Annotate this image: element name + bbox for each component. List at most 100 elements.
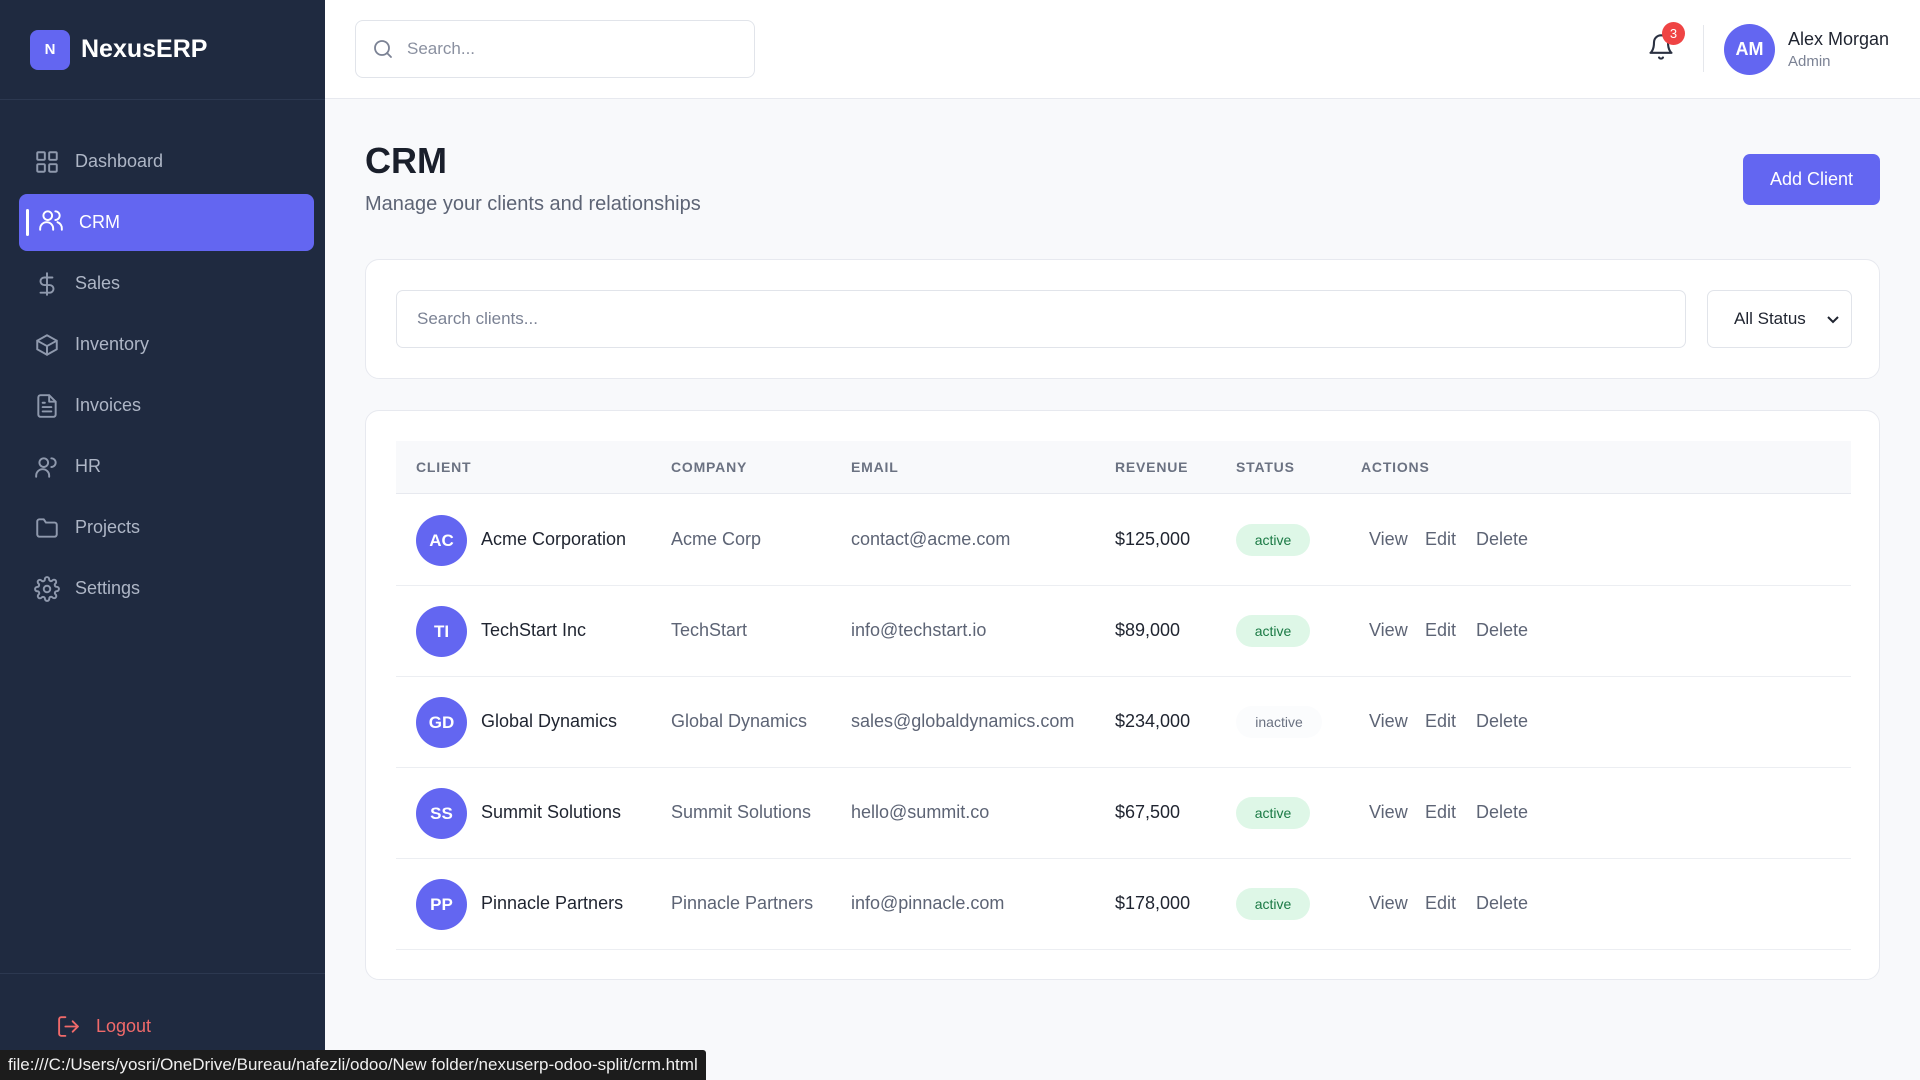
client-name: Global Dynamics: [481, 711, 618, 731]
topbar: 3 AM Alex Morgan Admin: [325, 0, 1920, 99]
global-search[interactable]: [355, 20, 755, 78]
sidebar-item-sales[interactable]: Sales: [19, 255, 314, 312]
client-avatar: PP: [416, 879, 467, 930]
sidebar-item-settings[interactable]: Settings: [19, 560, 314, 617]
view-button[interactable]: View: [1369, 711, 1408, 732]
table-row: GD Global Dynamics Global Dynamics sales…: [396, 677, 1851, 768]
sidebar-item-dashboard[interactable]: Dashboard: [19, 133, 314, 190]
delete-button[interactable]: Delete: [1476, 802, 1528, 823]
view-button[interactable]: View: [1369, 893, 1408, 914]
table-row: PP Pinnacle Partners Pinnacle Partners i…: [396, 859, 1851, 950]
main-content: CRM Manage your clients and relationship…: [325, 100, 1920, 1080]
sidebar-item-hr[interactable]: HR: [19, 438, 314, 495]
edit-button[interactable]: Edit: [1425, 711, 1456, 732]
client-name: Summit Solutions: [481, 802, 622, 822]
client-company: Global Dynamics: [671, 711, 808, 731]
edit-button[interactable]: Edit: [1425, 893, 1456, 914]
column-header-status: STATUS: [1236, 459, 1295, 475]
column-header-actions: ACTIONS: [1361, 459, 1430, 475]
client-company: Pinnacle Partners: [671, 893, 814, 913]
delete-button[interactable]: Delete: [1476, 529, 1528, 550]
sidebar-item-label: Settings: [75, 578, 141, 598]
brand-name: NexusERP: [81, 35, 208, 63]
dollar-icon: [39, 271, 55, 296]
client-avatar: SS: [416, 788, 467, 839]
status-badge: active: [1236, 888, 1310, 920]
user-avatar[interactable]: AM: [1724, 24, 1775, 75]
table-row: SS Summit Solutions Summit Solutions hel…: [396, 768, 1851, 859]
file-icon: [37, 393, 57, 418]
client-avatar: TI: [416, 606, 467, 657]
add-client-button[interactable]: Add Client: [1743, 154, 1880, 205]
client-email: info@pinnacle.com: [851, 893, 1005, 913]
sidebar-item-crm[interactable]: CRM: [19, 194, 314, 251]
column-header-revenue: REVENUE: [1115, 459, 1189, 475]
sidebar-item-label: Invoices: [75, 395, 142, 415]
view-button[interactable]: View: [1369, 529, 1408, 550]
gear-icon: [34, 575, 60, 602]
notifications-button[interactable]: 3: [1647, 22, 1685, 65]
client-revenue: $234,000: [1115, 711, 1191, 731]
box-icon: [36, 333, 58, 356]
table-header: CLIENT COMPANY EMAIL REVENUE STATUS ACTI…: [396, 441, 1851, 494]
client-revenue: $178,000: [1115, 893, 1191, 913]
sidebar-item-label: Dashboard: [75, 151, 164, 171]
sidebar-item-label: Inventory: [75, 334, 150, 354]
view-button[interactable]: View: [1369, 802, 1408, 823]
sidebar-item-label: Projects: [75, 517, 141, 537]
page-title: CRM: [365, 140, 447, 181]
client-email: hello@summit.co: [851, 802, 990, 822]
view-button[interactable]: View: [1369, 620, 1408, 641]
client-revenue: $67,500: [1115, 802, 1181, 822]
table-row: AC Acme Corporation Acme Corp contact@ac…: [396, 495, 1851, 586]
client-company: Summit Solutions: [671, 802, 812, 822]
table-row: TI TechStart Inc TechStart info@techstar…: [396, 586, 1851, 677]
client-avatar: GD: [416, 697, 467, 748]
brand-logo: N: [30, 29, 70, 70]
client-name: Pinnacle Partners: [481, 893, 624, 913]
sidebar-item-projects[interactable]: Projects: [19, 499, 314, 556]
filter-card: All Status: [365, 259, 1880, 379]
icon-wrapper: [38, 207, 64, 238]
brand: N NexusERP: [0, 0, 325, 100]
sidebar-item-label: Sales: [75, 273, 121, 293]
sidebar-item-label: HR: [75, 456, 101, 476]
client-name: Acme Corporation: [481, 529, 627, 549]
status-filter-select[interactable]: All Status: [1707, 290, 1852, 348]
folder-icon: [36, 517, 58, 538]
client-avatar: AC: [416, 515, 467, 566]
status-badge: active: [1236, 615, 1310, 647]
sidebar-item-invoices[interactable]: Invoices: [19, 377, 314, 434]
grid-icon: [36, 150, 58, 173]
clients-table: CLIENT COMPANY EMAIL REVENUE STATUS ACTI…: [365, 410, 1880, 980]
client-email: sales@globaldynamics.com: [851, 711, 1075, 731]
delete-button[interactable]: Delete: [1476, 620, 1528, 641]
status-badge: active: [1236, 797, 1310, 829]
column-header-company: COMPANY: [671, 459, 748, 475]
client-company: Acme Corp: [671, 529, 762, 549]
logout-icon: [58, 1016, 79, 1037]
edit-button[interactable]: Edit: [1425, 529, 1456, 550]
delete-button[interactable]: Delete: [1476, 711, 1528, 732]
global-search-input[interactable]: [407, 39, 727, 59]
status-filter-value: All Status: [1734, 309, 1806, 328]
browser-status-url: file:///C:/Users/yosri/OneDrive/Bureau/n…: [0, 1050, 706, 1080]
user-icon: [35, 456, 57, 478]
users-icon: [39, 210, 63, 231]
status-badge: active: [1236, 524, 1310, 556]
sidebar-item-label: CRM: [79, 212, 120, 232]
client-name: TechStart Inc: [481, 620, 587, 640]
client-search-input[interactable]: [396, 290, 1686, 348]
search-icon: [374, 40, 392, 58]
column-header-client: CLIENT: [416, 459, 472, 475]
column-header-email: EMAIL: [851, 459, 899, 475]
edit-button[interactable]: Edit: [1425, 802, 1456, 823]
sidebar-item-inventory[interactable]: Inventory: [19, 316, 314, 373]
edit-button[interactable]: Edit: [1425, 620, 1456, 641]
client-email: contact@acme.com: [851, 529, 1011, 549]
chevron-down-icon: [1827, 316, 1839, 324]
delete-button[interactable]: Delete: [1476, 893, 1528, 914]
status-badge: inactive: [1236, 706, 1322, 738]
notification-count-badge: 3: [1662, 22, 1685, 45]
logout-button[interactable]: Logout: [56, 1014, 151, 1039]
